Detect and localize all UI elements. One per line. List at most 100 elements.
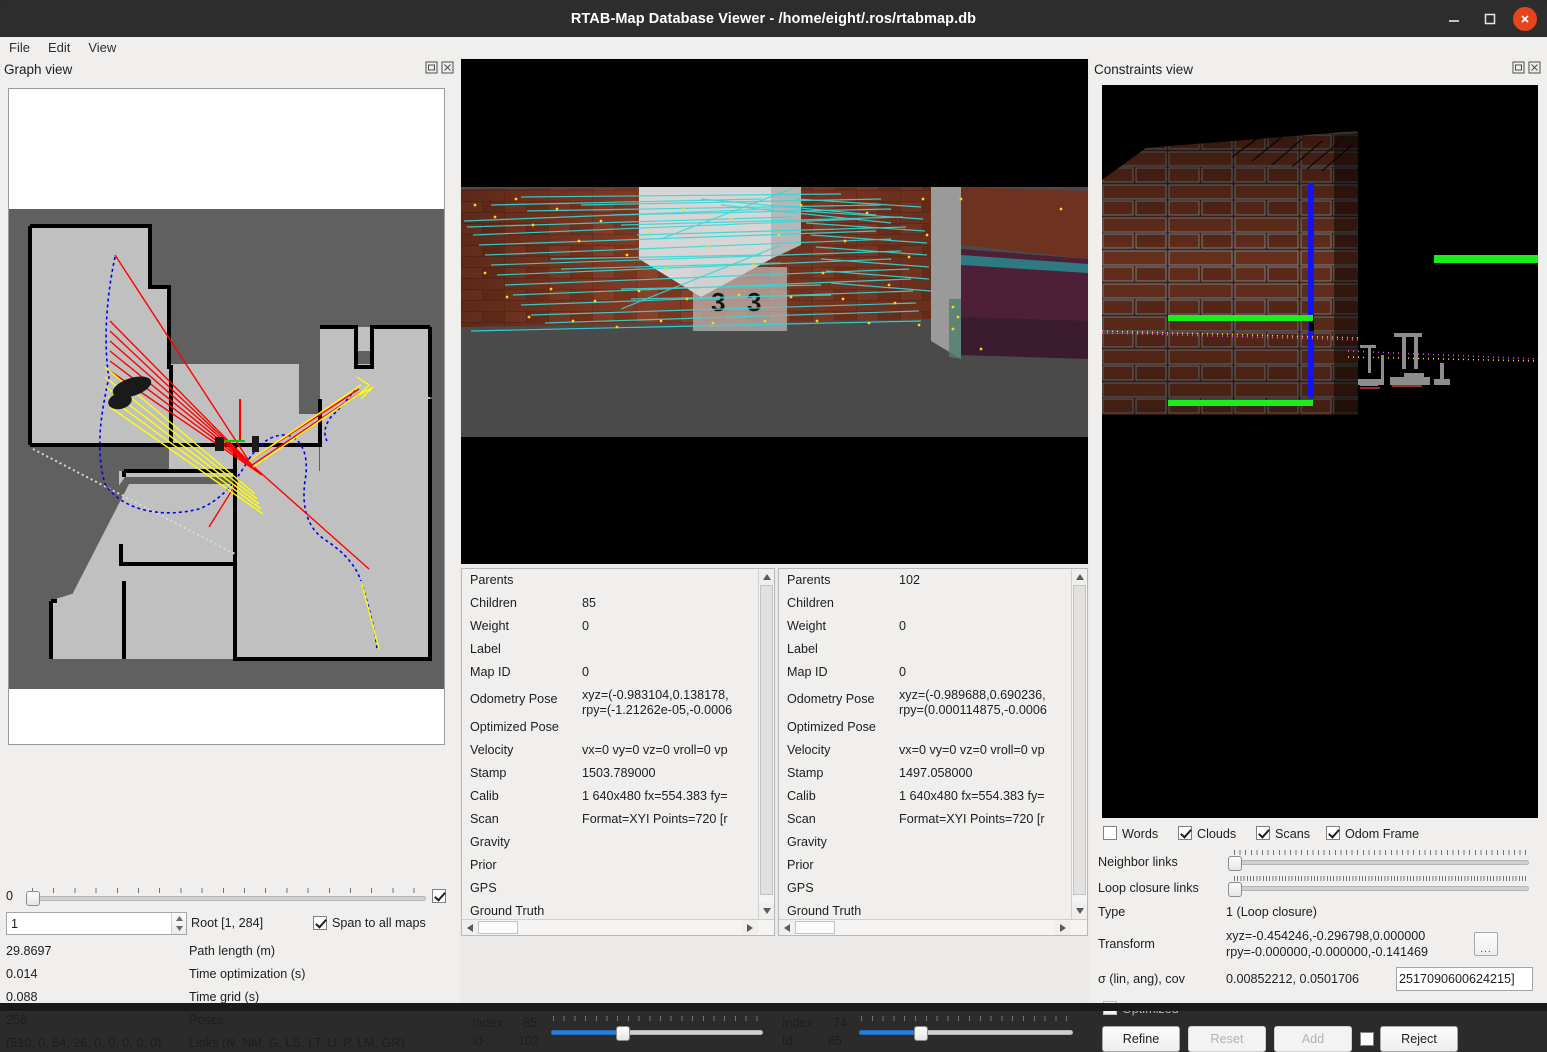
row-key: Scan [787,808,899,826]
right-index-slider-handle[interactable] [914,1026,928,1041]
refine-button[interactable]: Refine [1102,1026,1180,1052]
scroll-up-icon[interactable] [759,569,775,585]
row-key: Stamp [470,762,582,780]
table-row: Label [779,638,1071,661]
row-value: 1503.789000 [582,762,758,781]
row-key: Ground Truth [470,900,582,918]
loop-closure-image-view[interactable]: 3 3 [461,59,1088,564]
row-key: Children [787,592,899,610]
row-key: Gravity [787,831,899,849]
graph-view-dock-title: Graph view [0,58,460,80]
words-checkbox[interactable] [1103,826,1117,840]
left-index-label: Index : [472,1016,510,1030]
row-value: 1497.058000 [899,762,1071,781]
odom-frame-checkbox[interactable] [1326,826,1340,840]
row-value: 0 [899,615,1071,634]
row-key: Map ID [787,661,899,679]
left-table-vscroll-thumb[interactable] [760,585,773,895]
row-key: Weight [470,615,582,633]
left-index-slider-handle[interactable] [616,1026,630,1041]
loop-closure-links-slider[interactable] [1226,876,1531,894]
root-spin-down-icon[interactable] [172,924,186,935]
graph-slider-min-label: 0 [6,889,13,903]
right-index-value: 74 [833,1016,847,1030]
graph-view-title: Graph view [0,62,72,77]
reject-option-checkbox[interactable] [1360,1032,1374,1046]
float-dock-icon[interactable] [1512,61,1525,74]
neighbor-links-slider[interactable] [1226,850,1531,868]
menu-file[interactable]: File [0,38,39,58]
menu-edit[interactable]: Edit [39,38,79,58]
row-value [899,831,1071,835]
neighbor-links-slider-handle[interactable] [1228,856,1242,871]
scroll-down-icon[interactable] [759,903,775,919]
close-icon[interactable] [1513,7,1537,31]
window-controls [1441,0,1537,37]
root-spin-arrows[interactable] [171,913,186,934]
root-spinbox[interactable] [6,912,187,935]
table-row: Velocityvx=0 vy=0 vz=0 vroll=0 vp [462,739,758,762]
transform-more-button[interactable]: ... [1474,932,1498,956]
left-node-info-table[interactable]: Parents Children85 Weight0 Label Map ID0… [461,568,775,936]
span-to-all-maps-label: Span to all maps [332,916,426,930]
row-key: Children [470,592,582,610]
right-index-slider[interactable] [853,1016,1075,1034]
scans-label: Scans [1275,827,1310,841]
right-index-slider-ticks [861,1016,1071,1021]
table-row: Parents102 [779,569,1071,592]
span-to-all-maps-checkbox[interactable] [313,916,327,930]
covariance-field[interactable]: 2517090600624215] [1396,967,1533,991]
menu-view[interactable]: View [79,38,125,58]
row-value [582,716,758,720]
loop-closure-image-svg: 3 3 [461,59,1088,564]
minimize-icon[interactable] [1441,6,1467,32]
close-dock-icon[interactable] [1528,61,1541,74]
graph-index-slider-handle[interactable] [26,891,40,906]
left-index-slider[interactable] [545,1016,765,1034]
table-row: Map ID0 [462,661,758,684]
close-dock-icon[interactable] [441,61,454,74]
scroll-right-icon[interactable] [742,920,758,936]
right-table-vertical-scrollbar[interactable] [1071,569,1087,919]
root-spin-input[interactable] [7,913,171,934]
row-key: GPS [787,877,899,895]
scroll-left-icon[interactable] [779,920,795,936]
graph-map-canvas[interactable] [8,88,445,745]
row-value [582,854,758,858]
left-id-label: Id : [472,1034,490,1048]
row-value: 1 640x480 fx=554.383 fy= [582,785,758,804]
odom-frame-label: Odom Frame [1345,827,1419,841]
right-node-info-table[interactable]: Parents102 Children Weight0 Label Map ID… [778,568,1088,936]
row-value [582,900,758,904]
float-dock-icon[interactable] [425,61,438,74]
left-table-hscroll-thumb[interactable] [478,921,518,934]
loop-closure-links-slider-handle[interactable] [1228,882,1242,897]
right-table-vscroll-thumb[interactable] [1073,585,1086,895]
left-table-horizontal-scrollbar[interactable] [462,919,774,935]
row-value [899,900,1071,904]
left-table-vertical-scrollbar[interactable] [758,569,774,919]
graph-index-slider[interactable] [24,888,428,906]
table-row: Stamp1503.789000 [462,762,758,785]
scans-checkbox[interactable] [1256,826,1270,840]
scroll-down-icon[interactable] [1072,903,1088,919]
menubar: File Edit View [0,37,1547,58]
graph-slider-enable-checkbox[interactable] [432,889,446,903]
right-table-horizontal-scrollbar[interactable] [779,919,1087,935]
clouds-checkbox[interactable] [1178,826,1192,840]
scroll-right-icon[interactable] [1055,920,1071,936]
reject-button[interactable]: Reject [1380,1026,1458,1052]
row-key: Velocity [787,739,899,757]
root-spin-up-icon[interactable] [172,913,186,924]
scroll-left-icon[interactable] [462,920,478,936]
right-table-hscroll-thumb[interactable] [795,921,835,934]
constraints-view-dock-icons [1512,61,1541,74]
row-key: Calib [470,785,582,803]
table-row: Optimized Pose [462,716,758,739]
scroll-up-icon[interactable] [1072,569,1088,585]
row-key: Odometry Pose [470,684,582,706]
sigma-label: σ (lin, ang), cov [1098,972,1185,986]
maximize-icon[interactable] [1477,6,1503,32]
constraints-3d-view[interactable] [1102,85,1538,818]
row-value [582,831,758,835]
